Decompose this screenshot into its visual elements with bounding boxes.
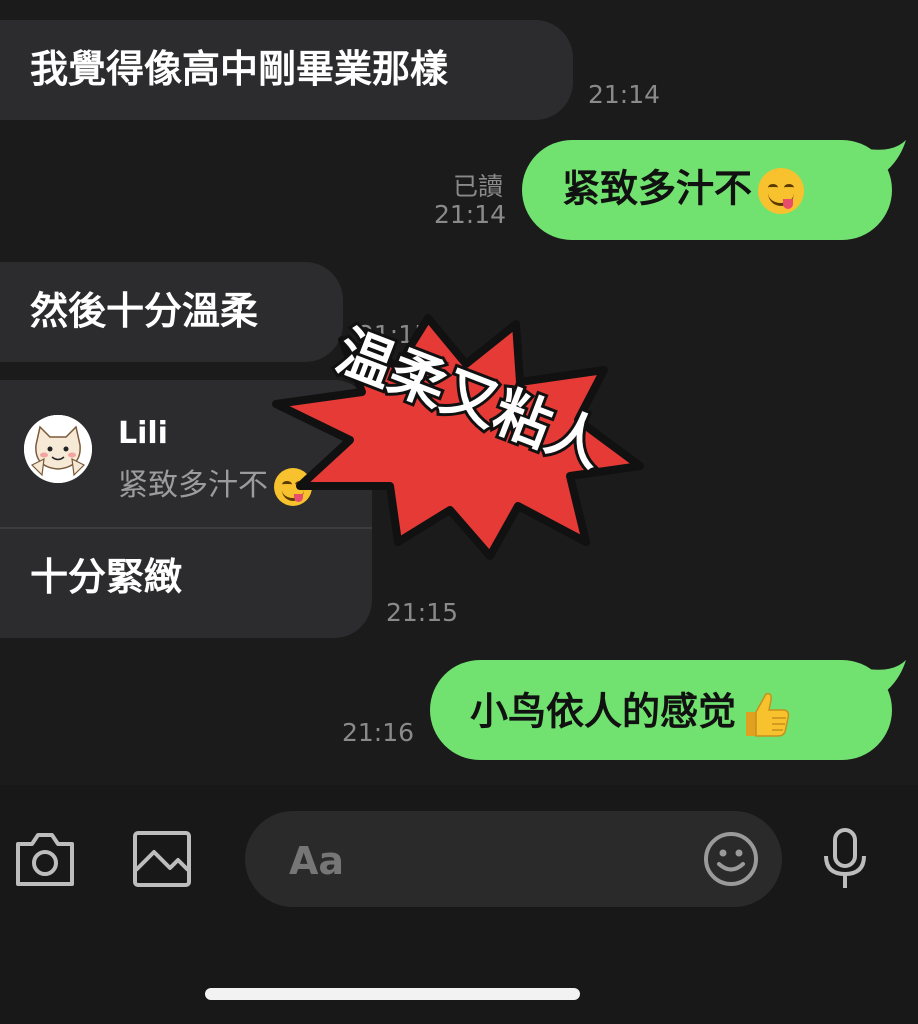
message-text: 我覺得像高中剛畢業那樣	[30, 47, 449, 91]
message-text: 紧致多汁不	[562, 166, 753, 211]
message-bubble-outgoing[interactable]: 小鸟依人的感觉	[430, 660, 892, 760]
message-text: 小鸟依人的感觉	[470, 689, 737, 734]
message-input[interactable]: Aa	[245, 811, 782, 907]
message-time: 21:15	[386, 598, 459, 627]
message-bubble-incoming[interactable]: 我覺得像高中剛畢業那樣	[0, 20, 573, 120]
bubble-tail-icon	[862, 140, 906, 180]
avatar[interactable]	[24, 415, 92, 483]
image-icon[interactable]	[132, 830, 192, 888]
camera-icon[interactable]	[14, 830, 76, 888]
message-input-placeholder: Aa	[289, 839, 345, 883]
thumbs-up-emoji-icon	[746, 692, 790, 737]
yum-face-emoji-icon	[758, 168, 805, 214]
bubble-tail-icon	[862, 660, 906, 700]
home-indicator[interactable]	[205, 988, 580, 1000]
reply-quote-text: 紧致多汁不	[118, 468, 268, 503]
cat-avatar-icon	[24, 415, 92, 483]
message-bubble-outgoing[interactable]: 紧致多汁不	[522, 140, 892, 240]
message-time: 21:16	[342, 718, 415, 747]
message-text: 然後十分溫柔	[30, 289, 259, 333]
message-text: 十分緊緻	[30, 555, 183, 599]
chat-area: 我覺得像高中剛畢業那樣 21:14 已讀 21:14 紧致多汁不 然後十分溫柔 …	[0, 0, 918, 785]
emoji-picker-icon[interactable]	[703, 831, 759, 887]
message-time: 21:14	[588, 80, 661, 109]
read-receipt: 已讀	[453, 172, 504, 201]
reply-sender-name: Lili	[118, 416, 168, 451]
message-time: 21:14	[434, 200, 507, 229]
microphone-icon[interactable]	[820, 828, 870, 890]
